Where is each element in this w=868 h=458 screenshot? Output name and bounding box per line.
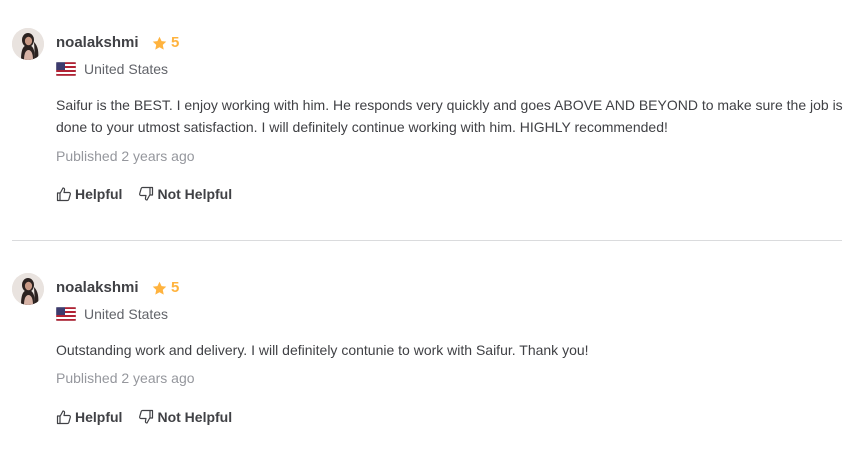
- us-flag-icon: [56, 307, 76, 321]
- star-icon: [152, 281, 167, 295]
- rating: 5: [152, 33, 179, 53]
- not-helpful-label: Not Helpful: [157, 186, 233, 202]
- reviewer-country: United States: [56, 59, 168, 79]
- reviewer-username[interactable]: noalakshmi: [56, 278, 139, 298]
- helpful-label: Helpful: [75, 409, 123, 425]
- avatar[interactable]: [12, 273, 44, 305]
- review-text: Outstanding work and delivery. I will de…: [56, 342, 589, 358]
- avatar-image-icon: [12, 273, 44, 305]
- review-actions: Helpful Not Helpful: [56, 184, 232, 204]
- helpful-button[interactable]: Helpful: [56, 407, 122, 427]
- not-helpful-button[interactable]: Not Helpful: [138, 407, 232, 427]
- not-helpful-label: Not Helpful: [157, 409, 233, 425]
- helpful-label: Helpful: [75, 186, 123, 202]
- thumbs-up-icon: [56, 410, 71, 425]
- not-helpful-button[interactable]: Not Helpful: [138, 184, 232, 204]
- rating-value: 5: [171, 279, 180, 296]
- country-name: United States: [84, 61, 169, 77]
- review-actions: Helpful Not Helpful: [56, 407, 232, 427]
- rating-value: 5: [171, 34, 180, 51]
- published-date: Published 2 years ago: [56, 148, 195, 164]
- avatar[interactable]: [12, 28, 44, 60]
- reviewer-country: United States: [56, 304, 168, 324]
- review-text: Saifur is the BEST. I enjoy working with…: [56, 97, 843, 135]
- review-divider: [12, 240, 842, 241]
- published-date: Published 2 years ago: [56, 370, 195, 386]
- thumbs-up-icon: [56, 187, 71, 202]
- thumbs-down-icon: [139, 409, 154, 424]
- star-icon: [152, 36, 167, 50]
- us-flag-icon: [56, 62, 76, 76]
- country-name: United States: [84, 306, 169, 322]
- helpful-button[interactable]: Helpful: [56, 184, 122, 204]
- thumbs-down-icon: [139, 186, 154, 201]
- reviewer-username[interactable]: noalakshmi: [56, 33, 139, 53]
- rating: 5: [152, 278, 179, 298]
- avatar-image-icon: [12, 28, 44, 60]
